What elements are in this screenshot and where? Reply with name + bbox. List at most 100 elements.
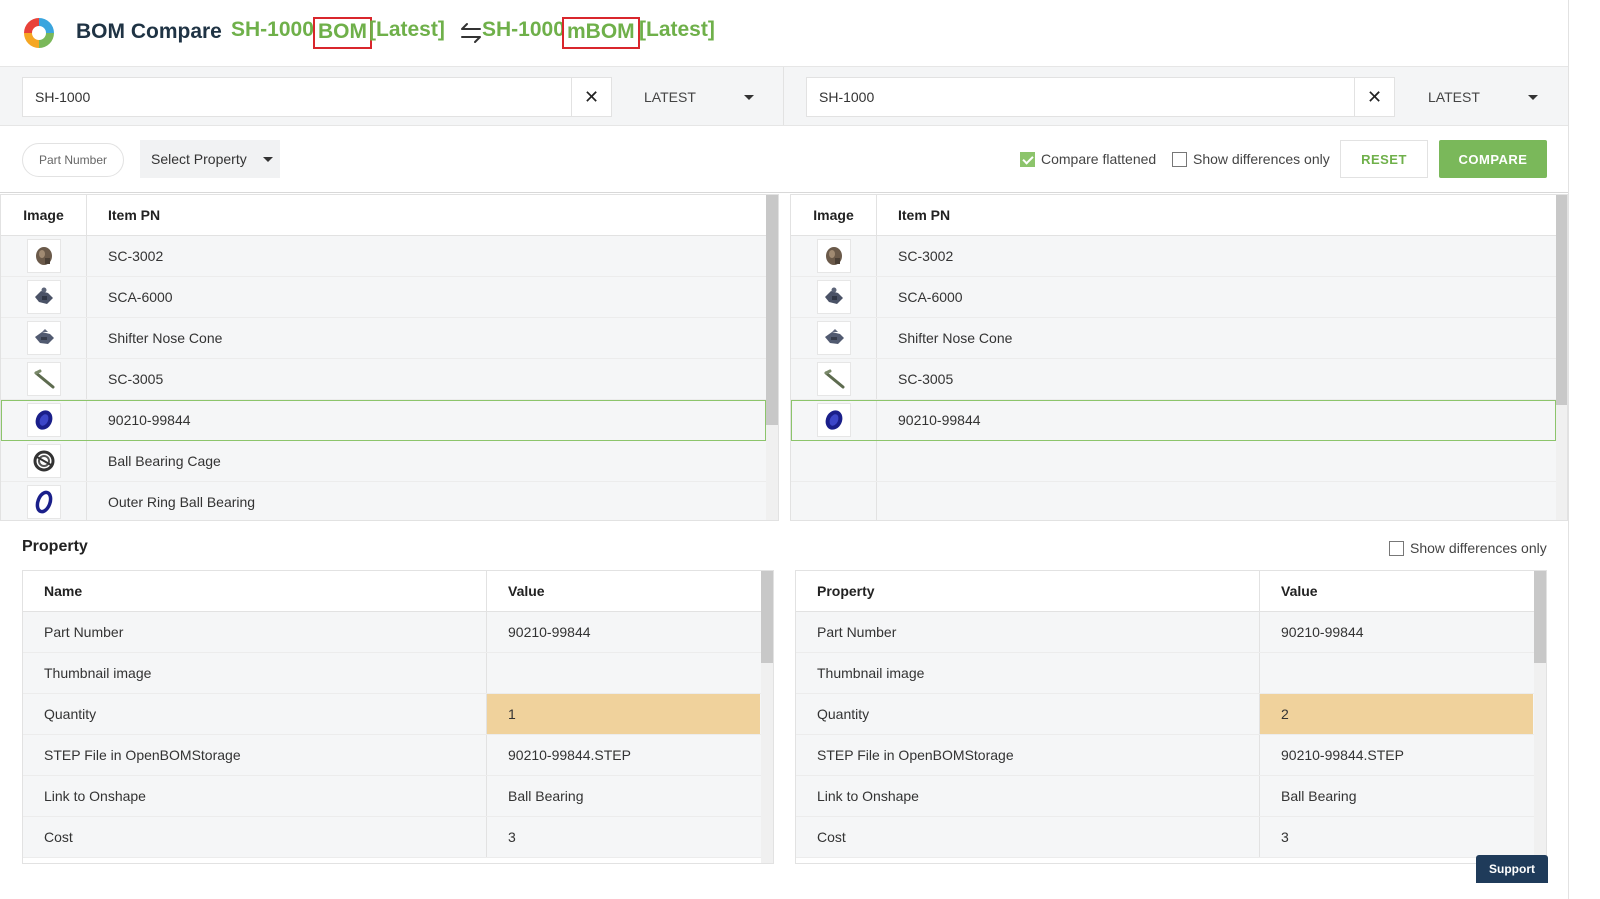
compare-flattened-label: Compare flattened	[1041, 151, 1157, 167]
property-row[interactable]: Quantity 1	[23, 694, 773, 735]
property-value-cell-diff: 1	[487, 694, 760, 734]
part-number-filter-pill[interactable]: Part Number	[22, 143, 124, 177]
app-title: BOM Compare	[76, 20, 222, 43]
image-column-header: Image	[791, 195, 877, 235]
table-row[interactable]: Ball Bearing Cage	[1, 441, 766, 482]
table-row[interactable]: Outer Ring Ball Bearing	[1, 482, 766, 520]
table-row[interactable]: SC-3005	[791, 359, 1556, 400]
table-row[interactable]: SCA-6000	[791, 277, 1556, 318]
left-clear-button[interactable]: ✕	[571, 78, 611, 116]
page-scrollbar[interactable]	[1568, 0, 1600, 899]
right-part-number: SH-1000	[482, 18, 565, 41]
left-items-scrollbar[interactable]	[766, 195, 778, 520]
search-band: ✕ LATEST ✕ LATEST	[0, 66, 1568, 126]
property-value-cell: Ball Bearing	[508, 788, 584, 804]
show-differences-label: Show differences only	[1193, 151, 1330, 167]
image-cell	[791, 441, 877, 481]
property-row[interactable]: Link to Onshape Ball Bearing	[23, 776, 773, 817]
empty-row	[791, 482, 1556, 520]
image-cell	[1, 482, 87, 520]
image-cell	[1, 441, 87, 481]
value-column-header: Value	[508, 583, 545, 599]
property-row[interactable]: Cost 3	[23, 817, 773, 858]
property-name-cell: Thumbnail image	[796, 653, 1260, 693]
compare-flattened-checkbox[interactable]: Compare flattened	[1020, 151, 1156, 167]
property-value-cell	[1260, 653, 1533, 693]
image-cell	[1, 318, 87, 358]
left-revision-select[interactable]: LATEST	[644, 79, 756, 115]
reset-button[interactable]: RESET	[1340, 140, 1428, 178]
left-bom-type: BOM	[313, 17, 372, 49]
nose-cone-icon	[816, 321, 851, 355]
left-search-box: ✕	[22, 77, 612, 117]
right-clear-button[interactable]: ✕	[1354, 78, 1394, 116]
table-row[interactable]: SC-3002	[1, 236, 766, 277]
property-name-cell: Part Number	[796, 612, 1260, 652]
property-row[interactable]: STEP File in OpenBOMStorage 90210-99844.S…	[796, 735, 1546, 776]
table-row[interactable]: Shifter Nose Cone	[791, 318, 1556, 359]
image-cell	[791, 400, 877, 440]
table-row[interactable]: 90210-99844	[1, 400, 766, 441]
table-row[interactable]: SC-3005	[1, 359, 766, 400]
left-property-header: Name Value	[23, 571, 773, 612]
image-cell	[1, 359, 87, 399]
rod-icon	[26, 362, 61, 396]
property-row[interactable]: Quantity 2	[796, 694, 1546, 735]
table-row[interactable]: 90210-99844	[791, 400, 1556, 441]
property-show-differences-checkbox[interactable]: Show differences only	[1389, 540, 1547, 556]
left-revision-value: LATEST	[644, 89, 696, 105]
right-revision-value: LATEST	[1428, 89, 1480, 105]
support-button[interactable]: Support	[1476, 855, 1548, 883]
property-name-cell: STEP File in OpenBOMStorage	[796, 735, 1260, 775]
checkbox-icon[interactable]	[1172, 151, 1187, 167]
table-row[interactable]: SC-3002	[791, 236, 1556, 277]
bearing-icon	[816, 403, 851, 437]
checkbox-checked-icon[interactable]	[1020, 151, 1035, 167]
left-property-table: Name Value Part Number 90210-99844 Thumbna…	[22, 570, 774, 864]
property-row[interactable]: Cost 3	[796, 817, 1546, 858]
property-value-cell: 90210-99844.STEP	[1281, 747, 1404, 763]
scroll-thumb[interactable]	[766, 195, 778, 425]
table-row[interactable]: SCA-6000	[1, 277, 766, 318]
close-icon: ✕	[1366, 86, 1383, 107]
property-name-cell: Link to Onshape	[796, 776, 1260, 816]
scroll-thumb[interactable]	[1534, 571, 1546, 663]
bearing-cage-icon	[26, 444, 61, 478]
swap-icon[interactable]	[458, 22, 484, 44]
property-row[interactable]: Part Number 90210-99844	[796, 612, 1546, 653]
left-items-header: Image Item PN	[1, 195, 766, 236]
bearing-icon	[26, 403, 61, 437]
image-cell	[1, 400, 87, 440]
right-property-table: Property Value Part Number 90210-99844 Thu…	[795, 570, 1547, 864]
caret-down-icon	[263, 157, 273, 162]
right-search-box: ✕	[806, 77, 1395, 117]
property-row[interactable]: Part Number 90210-99844	[23, 612, 773, 653]
item-pn-cell: Shifter Nose Cone	[898, 330, 1013, 346]
header: BOM Compare SH-1000 BOM [Latest] SH-1000…	[0, 0, 1600, 66]
right-revision-select[interactable]: LATEST	[1428, 79, 1540, 115]
select-property-dropdown[interactable]: Select Property	[140, 140, 280, 178]
shifter-assembly-icon	[26, 280, 61, 314]
left-search-input[interactable]	[23, 78, 571, 116]
property-name-cell: Link to Onshape	[23, 776, 487, 816]
show-differences-checkbox[interactable]: Show differences only	[1172, 151, 1330, 167]
property-row[interactable]: Thumbnail image	[796, 653, 1546, 694]
caret-down-icon	[1528, 95, 1538, 100]
right-property-scrollbar[interactable]	[1534, 571, 1546, 863]
scroll-thumb[interactable]	[761, 571, 773, 663]
property-row[interactable]: Link to Onshape Ball Bearing	[796, 776, 1546, 817]
scroll-thumb[interactable]	[1556, 195, 1567, 405]
property-row[interactable]: Thumbnail image	[23, 653, 773, 694]
right-items-table: Image Item PN SC-3002 SCA-6000 Shifter Nos…	[790, 194, 1568, 521]
property-row[interactable]: STEP File in OpenBOMStorage 90210-99844.S…	[23, 735, 773, 776]
outer-ring-icon	[26, 485, 61, 519]
right-items-scrollbar[interactable]	[1556, 195, 1567, 520]
compare-button[interactable]: COMPARE	[1439, 140, 1547, 178]
right-search-input[interactable]	[807, 78, 1354, 116]
checkbox-icon[interactable]	[1389, 540, 1404, 556]
property-value-cell: Ball Bearing	[1281, 788, 1357, 804]
empty-row	[791, 441, 1556, 482]
left-property-scrollbar[interactable]	[761, 571, 773, 863]
table-row[interactable]: Shifter Nose Cone	[1, 318, 766, 359]
caret-down-icon	[744, 95, 754, 100]
